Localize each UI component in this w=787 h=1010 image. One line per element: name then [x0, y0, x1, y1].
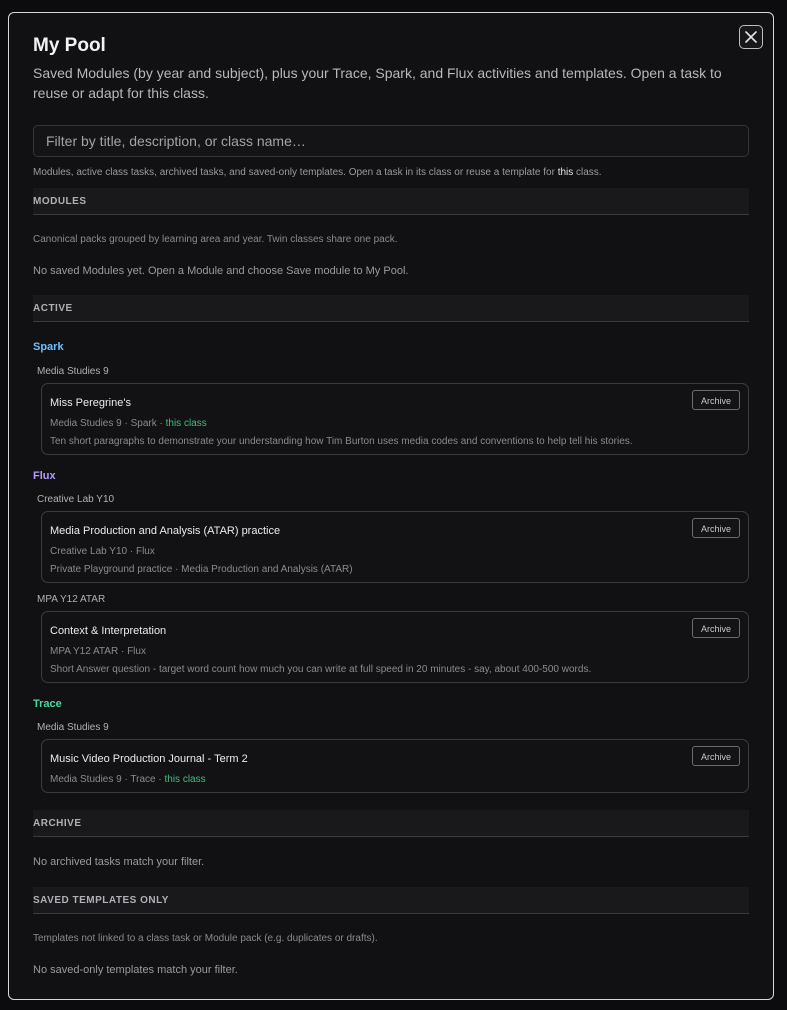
archive-button[interactable]: Archive: [692, 390, 740, 410]
task-card[interactable]: Miss Peregrine's Media Studies 9 · Spark…: [41, 383, 749, 455]
task-title: Context & Interpretation: [50, 625, 167, 637]
dialog-subtitle: Saved Modules (by year and subject), plu…: [33, 65, 722, 101]
group-label-trace: Trace: [33, 698, 62, 710]
task-card[interactable]: Media Production and Analysis (ATAR) pra…: [41, 511, 749, 583]
task-meta: MPA Y12 ATAR · Flux: [50, 646, 146, 657]
modules-empty: No saved Modules yet. Open a Module and …: [33, 265, 409, 277]
group-label-spark: Spark: [33, 341, 64, 353]
filter-input[interactable]: [33, 125, 749, 157]
section-active-heading: ACTIVE: [33, 295, 749, 322]
class-label: MPA Y12 ATAR: [37, 594, 106, 605]
archive-button[interactable]: Archive: [692, 518, 740, 538]
task-meta: Media Studies 9 · Spark · this class: [50, 418, 207, 429]
my-pool-dialog: My Pool Saved Modules (by year and subje…: [8, 12, 774, 1000]
section-archive-heading: ARCHIVE: [33, 810, 749, 837]
class-label: Media Studies 9: [37, 366, 109, 377]
close-button[interactable]: [739, 25, 763, 49]
archive-button[interactable]: Archive: [692, 618, 740, 638]
task-meta: Creative Lab Y10 · Flux: [50, 546, 155, 557]
this-class-badge: · this class: [156, 418, 207, 429]
task-description: Short Answer question - target word coun…: [50, 664, 592, 675]
section-templates-heading: SAVED TEMPLATES ONLY: [33, 887, 749, 914]
task-meta: Media Studies 9 · Trace · this class: [50, 774, 206, 785]
task-title: Music Video Production Journal - Term 2: [50, 753, 248, 765]
task-description: Ten short paragraphs to demonstrate your…: [50, 436, 633, 447]
help-text: Modules, active class tasks, archived ta…: [33, 167, 602, 178]
task-card[interactable]: Context & Interpretation MPA Y12 ATAR · …: [41, 611, 749, 683]
dialog-title: My Pool: [33, 35, 106, 56]
this-class-badge: · this class: [155, 774, 206, 785]
templates-empty: No saved-only templates match your filte…: [33, 964, 238, 976]
close-icon: [745, 31, 757, 43]
archive-button[interactable]: Archive: [692, 746, 740, 766]
class-label: Media Studies 9: [37, 722, 109, 733]
task-title: Miss Peregrine's: [50, 397, 131, 409]
task-card[interactable]: Music Video Production Journal - Term 2 …: [41, 739, 749, 793]
section-modules-heading: MODULES: [33, 188, 749, 215]
archive-empty: No archived tasks match your filter.: [33, 856, 205, 868]
templates-note: Templates not linked to a class task or …: [33, 933, 378, 944]
group-label-flux: Flux: [33, 470, 56, 482]
modules-note: Canonical packs grouped by learning area…: [33, 234, 398, 245]
task-description: Private Playground practice · Media Prod…: [50, 564, 353, 575]
task-title: Media Production and Analysis (ATAR) pra…: [50, 525, 281, 537]
class-label: Creative Lab Y10: [37, 494, 115, 505]
